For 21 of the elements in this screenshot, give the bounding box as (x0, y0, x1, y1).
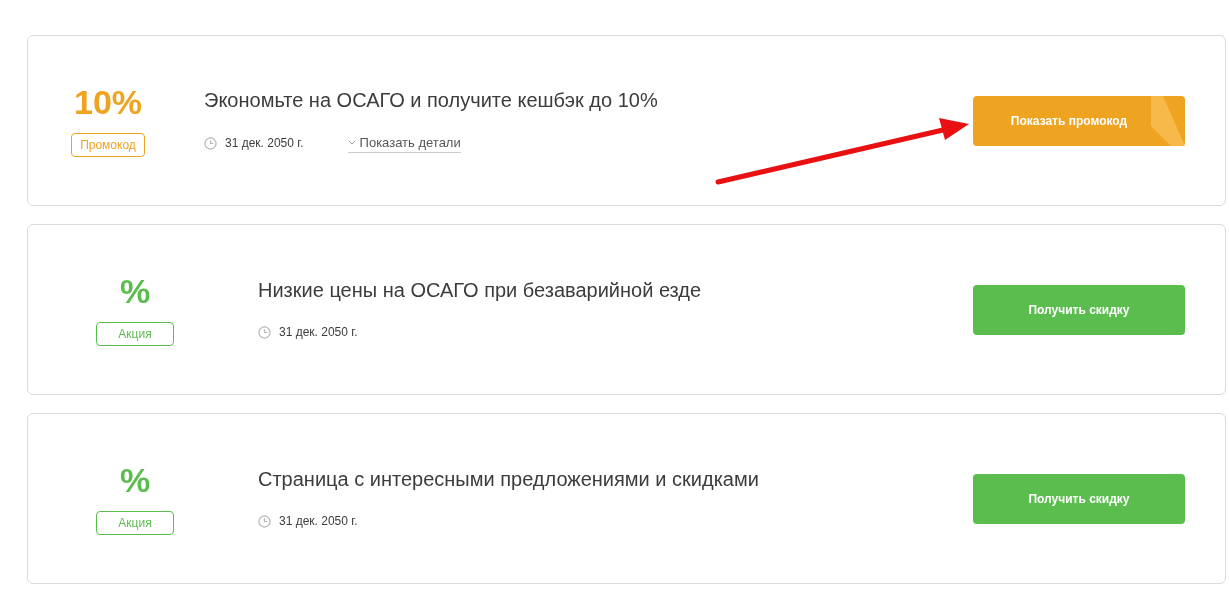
show-promocode-button[interactable]: Показать промокод (973, 95, 1185, 146)
folded-corner-icon (1151, 95, 1185, 146)
clock-icon (258, 514, 271, 528)
expiry-date: 31 дек. 2050 г. (225, 135, 304, 152)
offer-type-label: Акция (96, 321, 174, 346)
discount-value: % (119, 462, 151, 497)
discount-value: % (119, 273, 151, 308)
discount-value: 10% (73, 84, 143, 119)
offer-title: Низкие цены на ОСАГО при безаварийной езде (258, 278, 703, 303)
details-link[interactable]: Показать детали (347, 132, 461, 154)
chevron-down-icon (347, 139, 356, 146)
clock-icon (204, 136, 217, 150)
get-discount-button[interactable]: Получить скидку (973, 473, 1185, 524)
offer-title: Экономьте на ОСАГО и получите кешбэк до 10% (204, 87, 659, 113)
clock-icon (258, 325, 271, 339)
offer-type-label: Акция (96, 510, 174, 535)
offer-title: Страница с интересными предложениями и скидками (258, 467, 760, 492)
offer-type-label: Промокод (71, 132, 145, 157)
expiry-date: 31 дек. 2050 г. (279, 513, 358, 530)
expiry-date: 31 дек. 2050 г. (279, 324, 358, 341)
get-discount-button[interactable]: Получить скидку (973, 284, 1185, 335)
